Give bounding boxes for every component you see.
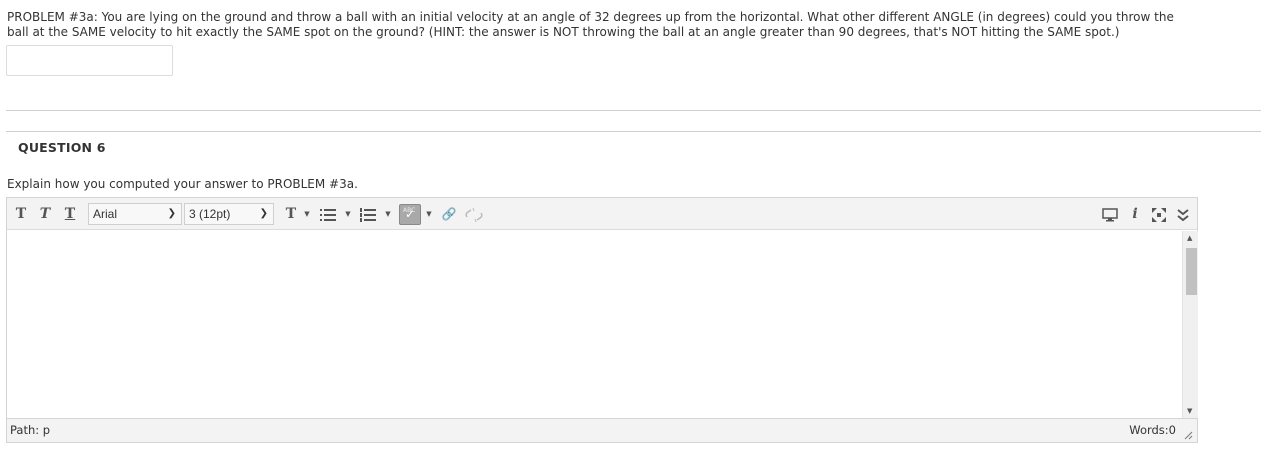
font-size-value: 3 (12pt) [189,207,231,221]
dropdown-arrow-icon[interactable]: ▼ [303,205,311,223]
answer-input[interactable] [6,45,173,76]
scroll-up-arrow-icon[interactable]: ▲ [1187,234,1192,242]
question-prompt: Explain how you computed your answer to … [7,177,358,191]
editor-content-area[interactable] [7,231,1181,418]
spellcheck-icon[interactable]: ABC ✓ [399,204,421,225]
section-divider [6,110,1261,111]
problem-line-1: PROBLEM #3a: You are lying on the ground… [7,10,1174,24]
chevron-down-icon: ❯ [167,208,176,219]
spellcheck-label: ABC [403,207,416,214]
dropdown-arrow-icon[interactable]: ▼ [425,205,433,223]
bullet-list-icon[interactable] [318,205,338,225]
numbered-list-icon[interactable] [358,205,378,225]
link-icon[interactable]: 🔗 [441,205,457,225]
underline-icon[interactable]: T [62,205,78,225]
preview-icon[interactable] [1101,205,1119,225]
section-divider [6,131,1261,132]
dropdown-arrow-icon[interactable]: ▼ [384,205,392,223]
unlink-icon[interactable] [465,205,483,225]
word-count: Words:0 [1129,423,1176,437]
rich-text-editor: T T T Arial ❯ 3 (12pt) ❯ T ▼ ▼ ▼ ABC ✓ ▼… [6,197,1198,443]
editor-statusbar: Path: p Words:0 [7,418,1197,442]
bold-icon[interactable]: T [13,205,29,225]
editor-toolbar: T T T Arial ❯ 3 (12pt) ❯ T ▼ ▼ ▼ ABC ✓ ▼… [7,198,1197,230]
path-label: Path: p [10,423,51,437]
collapse-icon[interactable] [1175,205,1191,225]
text-color-icon[interactable]: T [283,205,299,225]
font-size-select[interactable]: 3 (12pt) ❯ [184,203,274,225]
fullscreen-icon[interactable] [1150,205,1168,225]
resize-handle-icon[interactable] [1183,430,1193,440]
font-family-value: Arial [93,207,118,221]
problem-line-2: ball at the SAME velocity to hit exactly… [7,25,1120,39]
font-family-select[interactable]: Arial ❯ [88,203,182,225]
info-icon[interactable]: i [1128,205,1142,225]
scroll-down-arrow-icon[interactable]: ▼ [1187,407,1192,415]
chevron-down-icon: ❯ [259,208,268,219]
italic-icon[interactable]: T [37,205,53,225]
editor-scrollbar[interactable]: ▲ ▼ [1182,231,1198,418]
problem-text: PROBLEM #3a: You are lying on the ground… [7,10,1207,40]
dropdown-arrow-icon[interactable]: ▼ [344,205,352,223]
question-title: QUESTION 6 [18,140,106,155]
scroll-thumb[interactable] [1186,248,1197,295]
